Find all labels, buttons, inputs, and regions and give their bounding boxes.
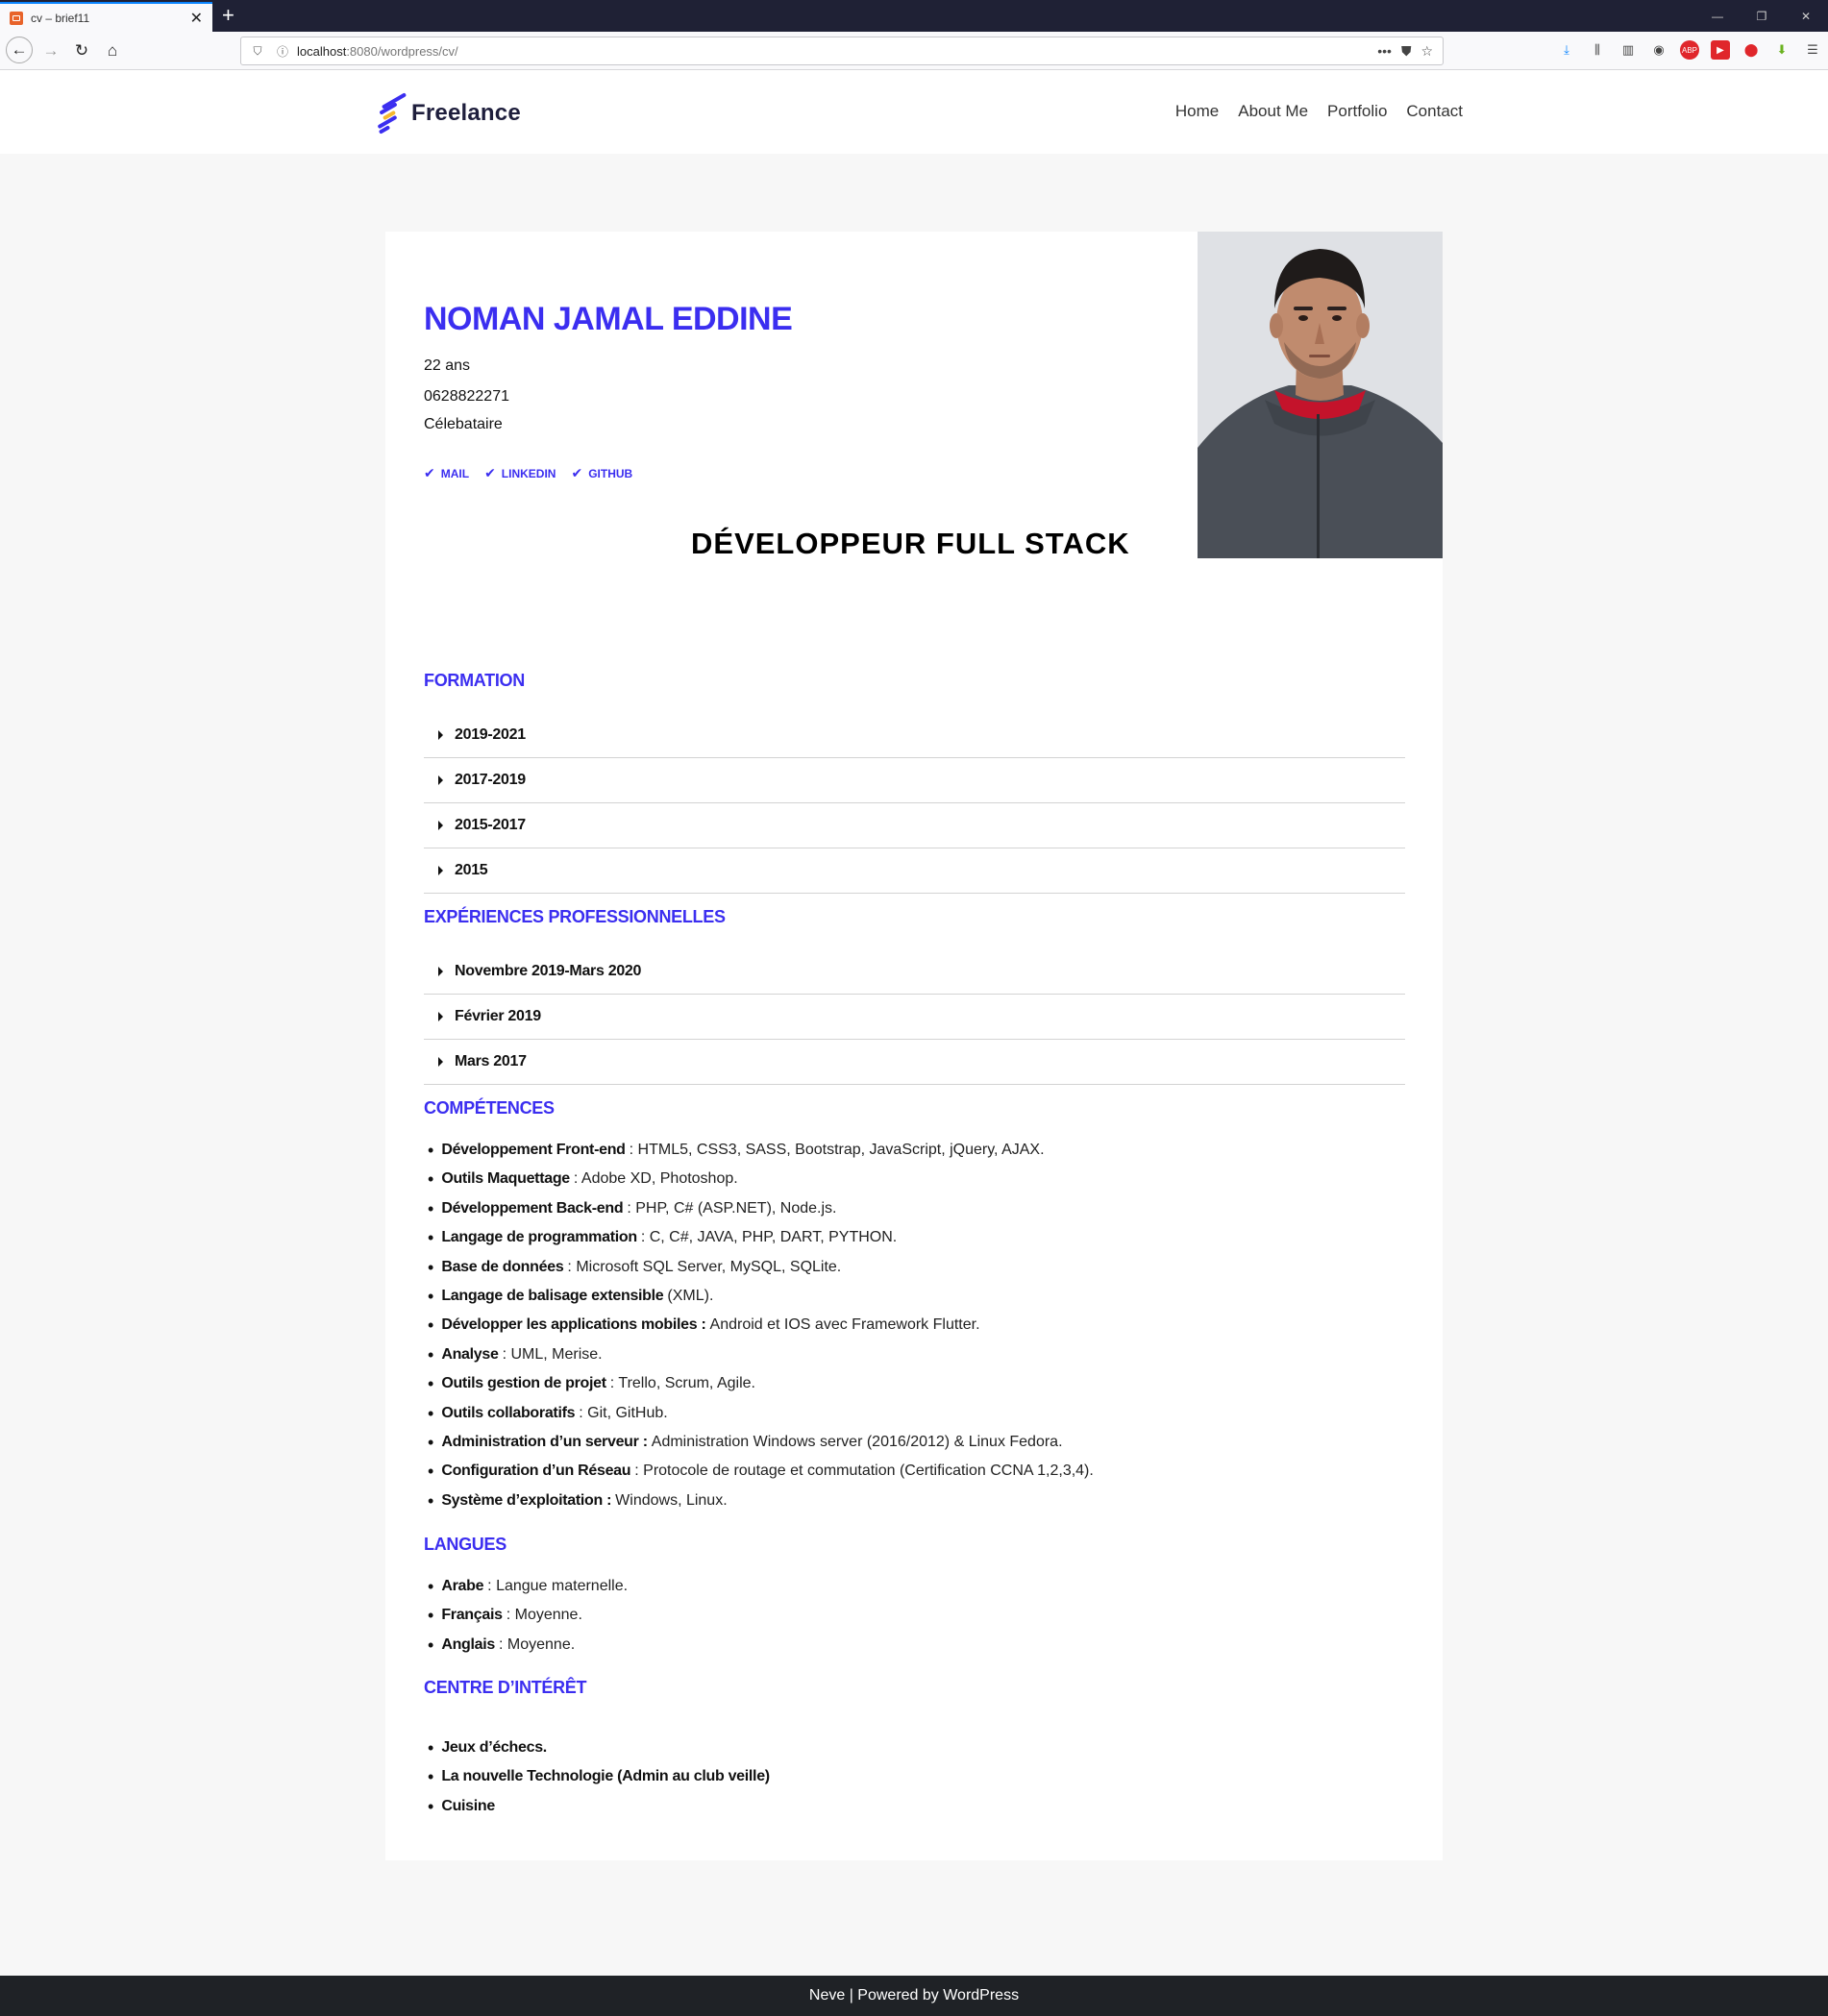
caret-right-icon bbox=[438, 1057, 443, 1067]
menu-portfolio[interactable]: Portfolio bbox=[1327, 102, 1387, 121]
interets-title: CENTRE D’INTÉRÊT bbox=[424, 1678, 587, 1697]
tab-title: cv – brief11 bbox=[31, 11, 90, 25]
bookmark-star-icon[interactable]: ☆ bbox=[1420, 43, 1433, 60]
list-item: Anglais: Moyenne. bbox=[424, 1631, 628, 1660]
menu-home[interactable]: Home bbox=[1175, 102, 1219, 121]
pocket-icon[interactable]: ⛊ bbox=[1401, 43, 1412, 60]
list-item: Système d’exploitation :Windows, Linux. bbox=[424, 1487, 1094, 1515]
cv-name: NOMAN JAMAL EDDINE bbox=[424, 301, 793, 337]
list-item: Développer les applications mobiles :And… bbox=[424, 1311, 1094, 1340]
extension-red-icon[interactable]: ▶ bbox=[1711, 40, 1730, 60]
extension-download-icon[interactable]: ⬇ bbox=[1772, 40, 1791, 60]
list-item: Français: Moyenne. bbox=[424, 1601, 628, 1630]
site-header: Freelance Home About Me Portfolio Contac… bbox=[0, 70, 1828, 154]
list-item: Langage de balisage extensible(XML). bbox=[424, 1282, 1094, 1311]
sidebar-icon[interactable]: ▥ bbox=[1618, 40, 1638, 60]
caret-right-icon bbox=[438, 730, 443, 740]
page-actions-icon[interactable]: ••• bbox=[1377, 43, 1392, 60]
logo-text: Freelance bbox=[411, 100, 521, 126]
list-item: Outils gestion de projet: Trello, Scrum,… bbox=[424, 1369, 1094, 1398]
mail-link[interactable]: ✔ MAIL bbox=[424, 465, 469, 481]
list-item: La nouvelle Technologie (Admin au club v… bbox=[424, 1762, 774, 1791]
list-item: Outils Maquettage: Adobe XD, Photoshop. bbox=[424, 1165, 1094, 1193]
browser-titlebar: cv – brief11 ✕ + — ❐ ✕ bbox=[0, 0, 1828, 32]
account-icon[interactable]: ◉ bbox=[1649, 40, 1668, 60]
minimize-icon[interactable]: — bbox=[1695, 0, 1740, 32]
browser-navbar: ← → ↻ ⌂ ⛉ ⓘ localhost:8080/wordpress/cv/… bbox=[0, 32, 1828, 70]
competences-list: Développement Front-end: HTML5, CSS3, SA… bbox=[424, 1136, 1094, 1515]
caret-right-icon bbox=[438, 775, 443, 785]
list-item: Outils collaboratifs: Git, GitHub. bbox=[424, 1399, 1094, 1428]
langues-list: Arabe: Langue maternelle. Français: Moye… bbox=[424, 1572, 628, 1660]
site-logo[interactable]: Freelance bbox=[377, 89, 521, 137]
cv-card: NOMAN JAMAL EDDINE 22 ans 0628822271 Cél… bbox=[385, 232, 1443, 1860]
list-item: Administration d’un serveur :Administrat… bbox=[424, 1428, 1094, 1457]
menu-contact[interactable]: Contact bbox=[1406, 102, 1463, 121]
list-item: Développement Front-end: HTML5, CSS3, SA… bbox=[424, 1136, 1094, 1165]
list-item: Base de données: Microsoft SQL Server, M… bbox=[424, 1253, 1094, 1282]
url-bar[interactable]: ⛉ ⓘ localhost:8080/wordpress/cv/ ••• ⛊ ☆ bbox=[240, 37, 1444, 65]
caret-right-icon bbox=[438, 1012, 443, 1021]
main-menu: Home About Me Portfolio Contact bbox=[1175, 102, 1463, 121]
browser-tab[interactable]: cv – brief11 ✕ bbox=[0, 2, 212, 32]
experiences-title: EXPÉRIENCES PROFESSIONNELLES bbox=[424, 907, 726, 926]
list-item: Cuisine bbox=[424, 1792, 774, 1821]
menu-about-me[interactable]: About Me bbox=[1238, 102, 1308, 121]
reload-icon[interactable]: ↻ bbox=[69, 38, 94, 63]
url-text[interactable]: localhost:8080/wordpress/cv/ bbox=[297, 44, 1377, 59]
forward-icon[interactable]: → bbox=[38, 38, 63, 63]
list-item: Développement Back-end: PHP, C# (ASP.NET… bbox=[424, 1194, 1094, 1223]
back-icon[interactable]: ← bbox=[6, 37, 33, 63]
cv-status: Célebataire bbox=[424, 416, 503, 432]
tab-favicon-icon bbox=[10, 11, 23, 25]
logo-mark-icon bbox=[377, 89, 408, 137]
home-icon[interactable]: ⌂ bbox=[100, 38, 125, 63]
formation-item[interactable]: 2019-2021 bbox=[424, 713, 1405, 758]
browser-toolbar: ⤓ ⫼ ▥ ◉ ABP ▶ ⬤ ⬇ ☰ bbox=[1557, 40, 1822, 60]
list-item: Configuration d’un Réseau: Protocole de … bbox=[424, 1457, 1094, 1486]
list-item: Arabe: Langue maternelle. bbox=[424, 1572, 628, 1601]
menu-icon[interactable]: ☰ bbox=[1803, 40, 1822, 60]
cv-age: 22 ans bbox=[424, 357, 471, 374]
profile-photo bbox=[1198, 232, 1443, 558]
linkedin-link[interactable]: ✔ LINKEDIN bbox=[484, 465, 556, 481]
list-item: Langage de programmation: C, C#, JAVA, P… bbox=[424, 1223, 1094, 1252]
shield-icon[interactable]: ⛉ bbox=[249, 42, 266, 60]
list-item: Analyse: UML, Merise. bbox=[424, 1340, 1094, 1369]
interets-list: Jeux d’échecs. La nouvelle Technologie (… bbox=[424, 1733, 774, 1821]
experience-item[interactable]: Mars 2017 bbox=[424, 1040, 1405, 1085]
formation-title: FORMATION bbox=[424, 671, 525, 690]
download-icon[interactable]: ⤓ bbox=[1557, 40, 1576, 60]
opera-icon[interactable]: ⬤ bbox=[1742, 40, 1761, 60]
contact-links: ✔ MAIL ✔ LINKEDIN ✔ GITHUB bbox=[424, 465, 632, 481]
caret-right-icon bbox=[438, 866, 443, 875]
info-icon[interactable]: ⓘ bbox=[274, 42, 291, 60]
competences-title: COMPÉTENCES bbox=[424, 1098, 555, 1118]
experience-item[interactable]: Novembre 2019-Mars 2020 bbox=[424, 949, 1405, 995]
adblock-icon[interactable]: ABP bbox=[1680, 40, 1699, 60]
formation-item[interactable]: 2015-2017 bbox=[424, 803, 1405, 848]
library-icon[interactable]: ⫼ bbox=[1588, 40, 1607, 60]
experience-item[interactable]: Février 2019 bbox=[424, 995, 1405, 1040]
caret-right-icon bbox=[438, 821, 443, 830]
check-icon: ✔ bbox=[571, 465, 583, 480]
restore-icon[interactable]: ❐ bbox=[1740, 0, 1784, 32]
tab-close-icon[interactable]: ✕ bbox=[190, 9, 203, 28]
window-controls: — ❐ ✕ bbox=[1695, 0, 1828, 32]
cv-phone: 0628822271 bbox=[424, 388, 509, 405]
caret-right-icon bbox=[438, 967, 443, 976]
site-footer: Neve | Powered by WordPress bbox=[0, 1976, 1828, 2016]
new-tab-icon[interactable]: + bbox=[222, 3, 235, 28]
job-title: DÉVELOPPEUR FULL STACK bbox=[691, 527, 1130, 560]
footer-credit[interactable]: Neve | Powered by WordPress bbox=[809, 1987, 1019, 2004]
github-link[interactable]: ✔ GITHUB bbox=[571, 465, 632, 481]
langues-title: LANGUES bbox=[424, 1535, 506, 1554]
check-icon: ✔ bbox=[484, 465, 496, 480]
list-item: Jeux d’échecs. bbox=[424, 1733, 774, 1762]
check-icon: ✔ bbox=[424, 465, 435, 480]
formation-item[interactable]: 2015 bbox=[424, 848, 1405, 894]
close-window-icon[interactable]: ✕ bbox=[1784, 0, 1828, 32]
formation-item[interactable]: 2017-2019 bbox=[424, 758, 1405, 803]
